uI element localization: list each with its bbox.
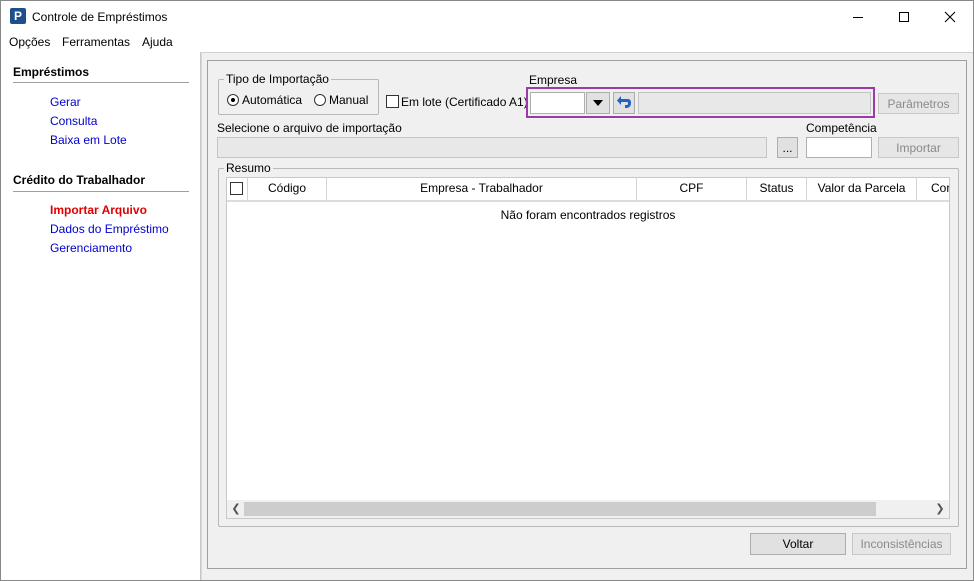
close-icon <box>944 11 956 22</box>
empresa-label: Empresa <box>529 73 578 87</box>
column-cpf[interactable]: CPF <box>637 178 747 200</box>
sidebar-item-consulta[interactable]: Consulta <box>50 114 97 128</box>
inconsistencias-button[interactable]: Inconsistências <box>852 533 951 555</box>
scroll-left-icon[interactable]: ❮ <box>229 502 243 516</box>
menu-ferramentas[interactable]: Ferramentas <box>62 35 130 49</box>
radio-manual-label: Manual <box>329 93 369 107</box>
sidebar-section-credito: Crédito do Trabalhador <box>13 173 146 187</box>
title-bar: P Controle de Empréstimos <box>1 1 973 32</box>
em-lote-label: Em lote (Certificado A1) <box>401 95 528 109</box>
arquivo-label: Selecione o arquivo de importação <box>217 121 402 135</box>
app-logo-icon: P <box>10 8 26 24</box>
column-cor[interactable]: Cor <box>917 178 949 200</box>
maximize-icon <box>899 11 909 22</box>
importar-button[interactable]: Importar <box>878 137 959 158</box>
minimize-icon <box>853 16 863 18</box>
sidebar-item-importar-arquivo[interactable]: Importar Arquivo <box>50 203 147 217</box>
resumo-table: Código Empresa - Trabalhador CPF Status … <box>226 177 950 519</box>
empresa-dropdown-button[interactable] <box>586 92 610 114</box>
select-all-checkbox[interactable] <box>230 182 243 195</box>
column-status[interactable]: Status <box>747 178 807 200</box>
competencia-input[interactable] <box>806 137 872 158</box>
menu-bar: Opções Ferramentas Ajuda <box>1 32 973 52</box>
minimize-button[interactable] <box>835 1 881 32</box>
em-lote-checkbox[interactable] <box>386 95 399 108</box>
sidebar-divider <box>13 191 189 192</box>
scroll-right-icon[interactable]: ❯ <box>933 502 947 516</box>
empty-table-message: Não foram encontrados registros <box>500 208 676 222</box>
radio-manual[interactable] <box>314 94 326 106</box>
close-button[interactable] <box>927 1 973 32</box>
arquivo-path-input[interactable] <box>217 137 767 158</box>
browse-button[interactable]: ... <box>777 137 798 158</box>
column-valor-parcela[interactable]: Valor da Parcela <box>807 178 917 200</box>
empresa-code-input[interactable] <box>530 92 585 114</box>
empresa-refresh-button[interactable] <box>613 92 635 114</box>
voltar-button[interactable]: Voltar <box>750 533 846 555</box>
menu-ajuda[interactable]: Ajuda <box>142 35 173 49</box>
column-codigo[interactable]: Código <box>248 178 327 200</box>
column-empresa-trabalhador[interactable]: Empresa - Trabalhador <box>327 178 637 200</box>
tipo-importacao-legend: Tipo de Importação <box>224 72 331 86</box>
radio-automatica-label: Automática <box>242 93 303 107</box>
horizontal-scrollbar[interactable]: ❮ ❯ <box>227 500 949 518</box>
sidebar: Empréstimos Gerar Consulta Baixa em Lote… <box>1 52 200 580</box>
scrollbar-thumb[interactable] <box>244 502 876 516</box>
undo-arrow-icon <box>617 96 631 108</box>
sidebar-divider <box>13 82 189 83</box>
sidebar-section-emprestimos: Empréstimos <box>13 65 90 79</box>
chevron-down-icon <box>593 100 603 106</box>
menu-opcoes[interactable]: Opções <box>9 35 50 49</box>
maximize-button[interactable] <box>881 1 927 32</box>
sidebar-item-gerenciamento[interactable]: Gerenciamento <box>50 241 132 255</box>
table-header: Código Empresa - Trabalhador CPF Status … <box>227 178 949 202</box>
empresa-name-field <box>638 92 871 114</box>
resumo-legend: Resumo <box>224 161 273 175</box>
sidebar-item-baixa-em-lote[interactable]: Baixa em Lote <box>50 133 127 147</box>
sidebar-item-gerar[interactable]: Gerar <box>50 95 81 109</box>
radio-automatica[interactable] <box>227 94 239 106</box>
competencia-label: Competência <box>806 121 877 135</box>
parametros-button[interactable]: Parâmetros <box>878 93 959 114</box>
select-all-cell <box>227 178 248 200</box>
window-title: Controle de Empréstimos <box>32 10 168 24</box>
sidebar-item-dados-emprestimo[interactable]: Dados do Empréstimo <box>50 222 169 236</box>
